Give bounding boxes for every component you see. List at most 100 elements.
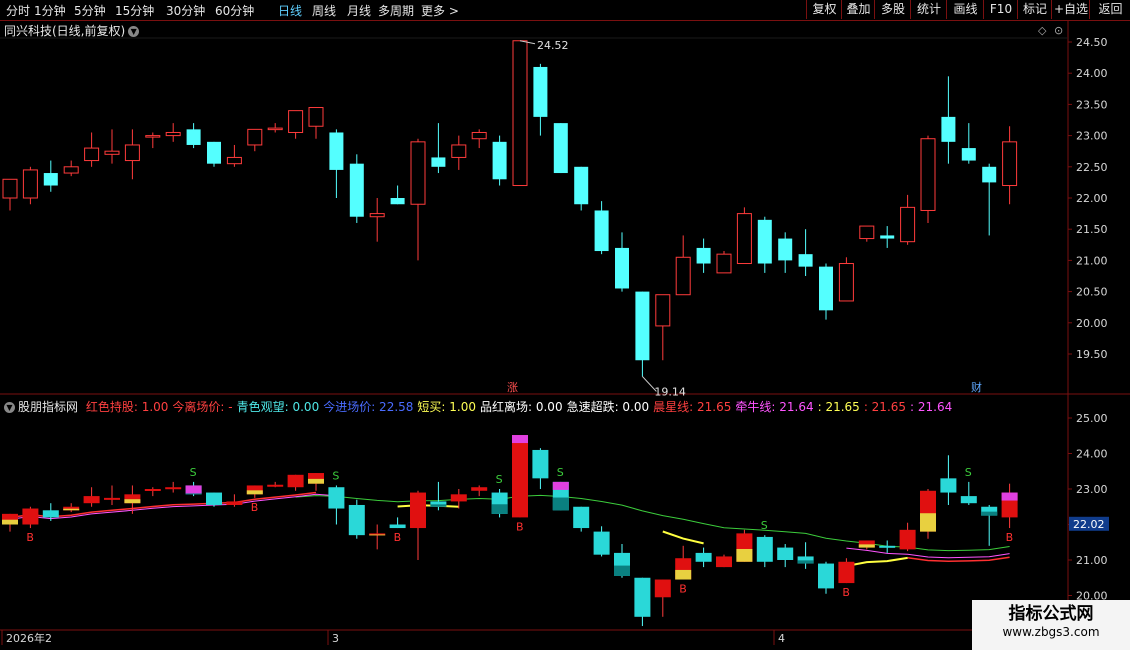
ind-candle: [246, 485, 263, 498]
ytick-label: 23.00: [1076, 130, 1108, 143]
candle-body: [635, 291, 650, 361]
ind-candle-cap: [1001, 492, 1018, 501]
watermark: 指标公式网 www.zbgs3.com: [972, 600, 1130, 650]
candle-body: [471, 131, 487, 140]
candle: [390, 185, 405, 205]
ind-ytick-label: 24.00: [1076, 448, 1108, 461]
indicator-name[interactable]: 股朋指标网: [18, 400, 78, 414]
candle-body: [961, 148, 976, 161]
ind-candle-shade: [797, 560, 814, 564]
ytick-label: 24.00: [1076, 67, 1108, 80]
signal-b: B: [1006, 531, 1014, 544]
candle: [226, 144, 242, 167]
indicator-legend: ▼ 股朋指标网 红色持股: 1.00 今离场价: - 青色观望: 0.00 今进场价: …: [4, 398, 956, 415]
candle: [900, 194, 916, 245]
candle-body: [553, 123, 568, 174]
candle: [63, 160, 79, 177]
ind-candle-shade: [491, 504, 508, 514]
signal-b: B: [251, 501, 259, 514]
candle-body: [226, 156, 242, 165]
ind-candle: [614, 544, 630, 578]
candle: [757, 216, 772, 273]
candle: [553, 123, 568, 174]
candle-body: [207, 141, 221, 164]
ind-candle-body: [83, 496, 100, 504]
ind-candle: [981, 504, 998, 546]
candle-body: [43, 173, 58, 186]
ind-candle-body: [42, 510, 59, 518]
candle-body: [798, 254, 813, 267]
candle-body: [2, 178, 18, 199]
ind-candle-cap: [512, 435, 528, 444]
ind-candle-body: [512, 435, 528, 518]
ind-candle-body: [267, 484, 284, 487]
candle-body: [716, 253, 732, 274]
candle: [145, 132, 161, 149]
candle: [512, 40, 528, 187]
ind-candle-body: [328, 487, 345, 509]
candle: [696, 238, 711, 273]
ind-candle-shade: [308, 478, 324, 484]
candle-body: [267, 127, 283, 131]
candle-body: [880, 235, 895, 239]
candle-body: [390, 198, 405, 205]
candle-body: [124, 144, 140, 162]
ind-candle-body: [756, 536, 773, 562]
ind-candle-body: [634, 577, 651, 617]
ytick-label: 22.50: [1076, 161, 1108, 174]
ind-candle-shade: [369, 534, 386, 536]
ind-candle: [736, 529, 753, 562]
ind-candle-body: [287, 474, 304, 488]
ind-candle: [63, 503, 80, 513]
chevron-down-icon[interactable]: ▼: [4, 402, 15, 413]
candle: [819, 263, 833, 320]
indicator-item-2: 青色观望: 0.00: [236, 400, 320, 414]
ind-candle-body: [654, 579, 671, 598]
ind-candle: [532, 448, 549, 489]
candle: [920, 135, 936, 223]
ind-candle-body: [348, 504, 365, 536]
ind-candle: [858, 540, 875, 550]
candle-body: [757, 219, 772, 264]
ind-candle: [634, 577, 651, 627]
ytick-label: 20.50: [1076, 286, 1108, 299]
ind-candle: [389, 517, 406, 529]
event-mark-cai: 财: [971, 380, 982, 394]
indicator-item-11: : 21.64: [910, 400, 953, 414]
ind-ytick-label: 21.00: [1076, 554, 1108, 567]
ind-candle: [593, 526, 610, 557]
candle: [288, 110, 304, 139]
ind-candle: [675, 545, 692, 580]
ind-candle-body: [899, 529, 916, 550]
candle-body: [165, 131, 181, 137]
candle: [635, 291, 650, 377]
ind-candle: [2, 513, 18, 532]
candle: [982, 163, 997, 236]
ind-candle-body: [960, 496, 977, 504]
ind-candle: [960, 481, 977, 505]
ind-candle: [552, 481, 569, 511]
yellow-line-b: [662, 530, 704, 545]
signal-b: B: [679, 583, 687, 596]
ytick-label: 23.50: [1076, 98, 1108, 111]
ind-candle-cap: [552, 481, 569, 490]
ind-candle-shade: [675, 569, 692, 580]
ind-candle: [879, 540, 896, 553]
indicator-item-9: : 21.65: [817, 400, 860, 414]
candle-body: [84, 147, 100, 162]
candle: [675, 235, 691, 296]
ind-candle: [185, 481, 202, 497]
ind-candle-body: [940, 478, 957, 493]
ind-candle: [22, 506, 39, 529]
candle-body: [22, 169, 38, 199]
candle: [655, 294, 671, 361]
candle-body: [574, 166, 589, 205]
ind-candle: [920, 489, 936, 539]
candle-body: [533, 66, 548, 117]
candle-body: [859, 225, 875, 240]
ind-candle: [430, 481, 447, 511]
ind-candle: [165, 481, 182, 493]
xaxis-label-apr: 4: [778, 632, 785, 645]
ind-candle-shade: [736, 548, 753, 562]
kline-chart[interactable]: 24.50 24.00 23.50 23.00 22.50 22.00 21.50 21.00…: [0, 0, 1130, 650]
